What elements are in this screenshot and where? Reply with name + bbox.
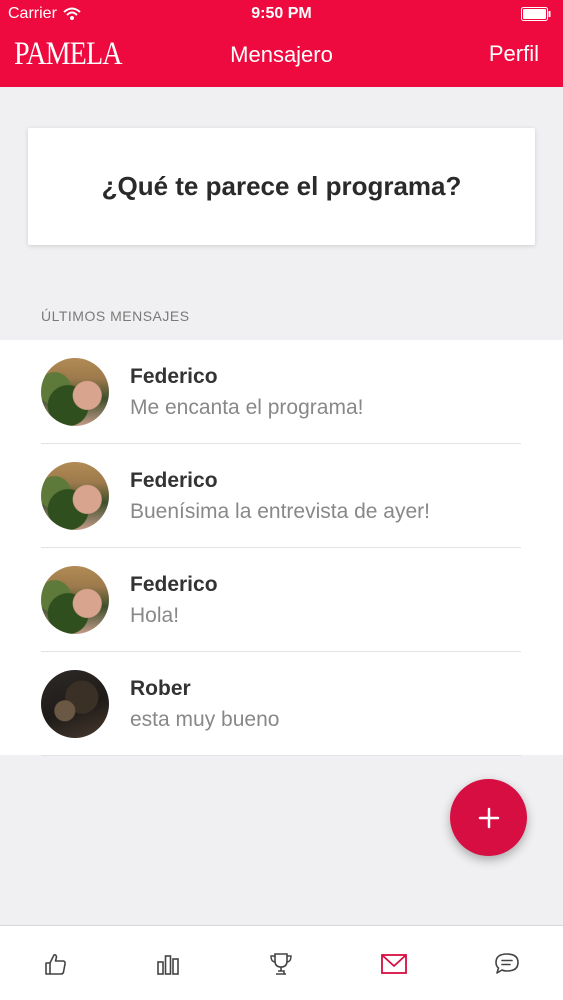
tab-trophy[interactable] [225,926,337,1000]
mail-icon [381,953,407,974]
list-item[interactable]: Federico Hola! [0,548,563,652]
message-text: Buenísima la entrevista de ayer! [130,500,430,523]
messages-list: Federico Me encanta el programa! Federic… [0,340,563,756]
message-text: Me encanta el programa! [130,396,364,419]
tab-bar [0,925,563,1000]
message-text: Hola! [130,604,180,627]
plus-icon [478,807,499,828]
page-title: Mensajero [230,42,333,67]
list-item[interactable]: Federico Me encanta el programa! [0,340,563,444]
message-sender: Federico [130,573,218,596]
status-bar: Carrier 9:50 PM [0,0,563,30]
avatar [41,462,109,530]
battery-icon [521,7,551,21]
tab-likes[interactable] [0,926,112,1000]
nav-bar: PAMELA Mensajero Perfil [0,30,563,87]
question-text: ¿Qué te parece el programa? [101,171,462,201]
app-screen: Carrier 9:50 PM PAMELA Mensajero Perfil … [0,0,563,1000]
divider [41,755,521,756]
avatar [41,670,109,738]
app-header: Carrier 9:50 PM PAMELA Mensajero Perfil [0,0,563,87]
profile-button[interactable]: Perfil [489,41,539,67]
list-item[interactable]: Federico Buenísima la entrevista de ayer… [0,444,563,548]
avatar [41,358,109,426]
thumbs-up-icon [45,953,66,975]
message-sender: Federico [130,469,218,492]
question-card[interactable]: ¿Qué te parece el programa? [28,128,535,245]
message-sender: Federico [130,365,218,388]
tab-stats[interactable] [112,926,224,1000]
tab-chat[interactable] [451,926,563,1000]
status-time: 9:50 PM [251,5,312,22]
new-message-button[interactable] [450,779,527,856]
list-item[interactable]: Rober esta muy bueno [0,652,563,756]
bar-chart-icon [157,954,179,975]
message-text: esta muy bueno [130,708,280,731]
tab-messages[interactable] [338,926,450,1000]
trophy-icon [270,952,292,975]
avatar [41,566,109,634]
message-sender: Rober [130,677,191,700]
section-label-latest-messages: ÚLTIMOS MENSAJES [41,308,190,324]
chat-bubble-icon [495,952,519,974]
